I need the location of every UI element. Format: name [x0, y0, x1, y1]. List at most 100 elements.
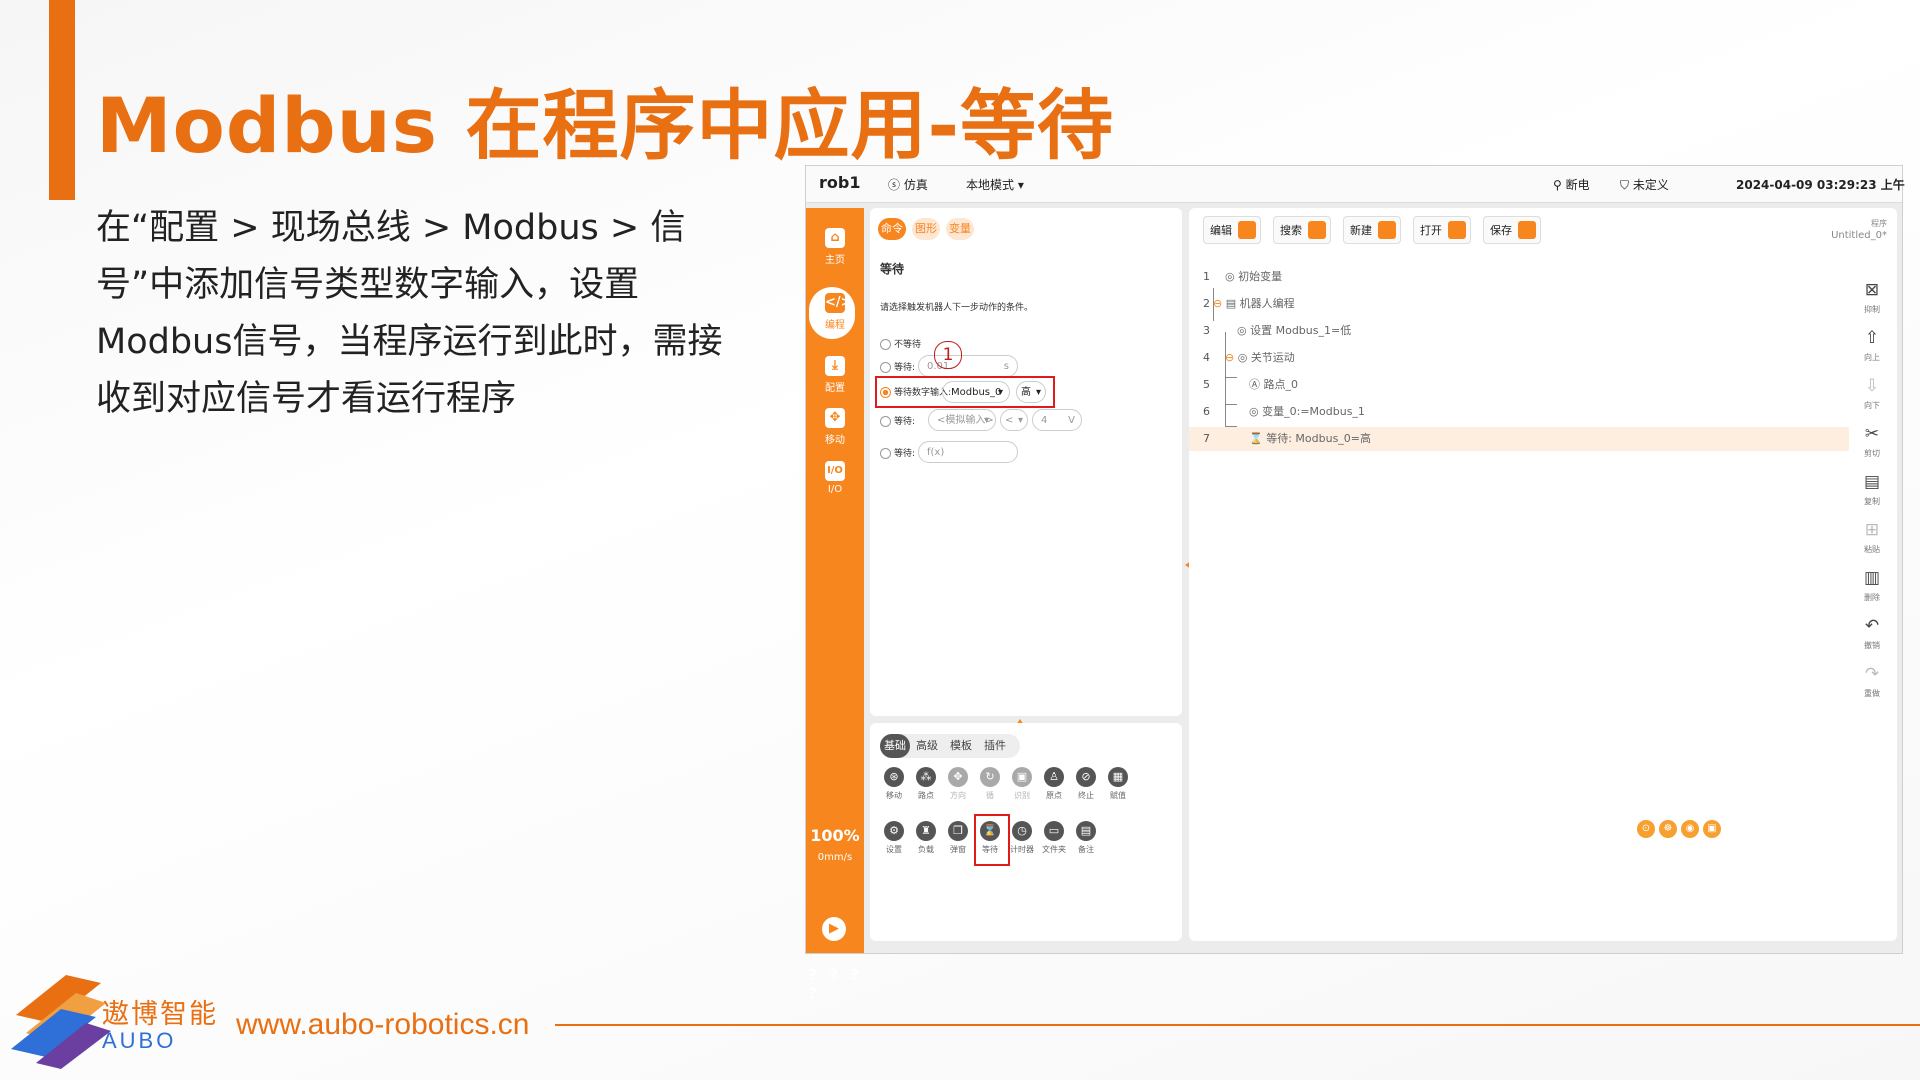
cmd-timer[interactable]: ◷ 计时器 [1008, 821, 1036, 855]
cmd-comment[interactable]: ▤ 备注 [1072, 821, 1100, 855]
cmd-direction[interactable]: ✥ 方向 [944, 767, 972, 801]
cmd-label: 移动 [886, 791, 902, 800]
paste-button[interactable]: ⊞ 粘贴 [1857, 520, 1887, 555]
cmd-waypoint[interactable]: ⁂ 路点 [912, 767, 940, 801]
sidebar-item-program[interactable]: </> 编程 [806, 287, 864, 339]
mode-label: 本地模式 [966, 178, 1015, 192]
radio-wait-expression[interactable] [880, 448, 891, 459]
digital-level-select[interactable]: 高 ▾ [1016, 381, 1046, 403]
cmd-stop[interactable]: ⊘ 终止 [1072, 767, 1100, 801]
record-icon[interactable]: ⊙ [1637, 820, 1655, 838]
timer-icon: ◷ [1012, 821, 1032, 841]
analog-op-select[interactable]: < ▾ [1000, 409, 1028, 431]
sim-toggle[interactable]: ⓢ 仿真 [888, 176, 928, 193]
radio-wait-analog[interactable] [880, 416, 891, 427]
palette-tabs: 基础 高级 模板 插件 [880, 734, 1020, 758]
delete-button[interactable]: ▥ 删除 [1857, 568, 1887, 603]
tree-row[interactable]: 5 Ⓐ 路点_0 [1189, 373, 1849, 397]
power-status[interactable]: ⚲ 断电 [1553, 176, 1590, 193]
cmd-label: 识别 [1014, 791, 1030, 800]
cmd-folder[interactable]: ▭ 文件夹 [1040, 821, 1068, 855]
io-icon: I/O [825, 461, 845, 481]
chevron-down-icon: ▾ [983, 415, 989, 426]
panel-heading: 等待 [880, 262, 905, 276]
cmd-loop[interactable]: ↻ 循 [976, 767, 1004, 801]
cut-button[interactable]: ✂ 剪切 [1857, 424, 1887, 459]
tool-label: 剪切 [1864, 449, 1880, 458]
line-number: 7 [1203, 432, 1210, 445]
palette-tab-template[interactable]: 模板 [946, 734, 976, 758]
cmd-payload[interactable]: ♜ 负载 [912, 821, 940, 855]
save-icon [1518, 221, 1536, 239]
open-button[interactable]: 打开 [1413, 216, 1471, 244]
play-icon[interactable]: ▶ [822, 917, 846, 941]
cmd-label: 原点 [1046, 791, 1062, 800]
safety-status[interactable]: ⛉ 未定义 [1620, 176, 1669, 193]
top-status-bar: rob1 ⓢ 仿真 本地模式 ▾ ⚲ 断电 ⛉ 未定义 2024-04-09 0… [806, 166, 1905, 203]
datetime: 2024-04-09 03:29:23 上午 [1736, 178, 1905, 192]
power-icon: ⚲ [1553, 178, 1566, 192]
undo-button[interactable]: ↶ 撤销 [1857, 616, 1887, 651]
cmd-move[interactable]: ⊛ 移动 [880, 767, 908, 801]
line-number: 1 [1203, 270, 1210, 283]
analog-value: 4 [1041, 415, 1048, 426]
cmd-popup[interactable]: ❐ 弹窗 [944, 821, 972, 855]
sidebar-item-io[interactable]: I/O I/O [806, 461, 864, 495]
line-number: 4 [1203, 351, 1210, 364]
search-button[interactable]: 搜索 [1273, 216, 1331, 244]
radio-wait-digital[interactable] [880, 387, 891, 398]
redo-button[interactable]: ↷ 重做 [1857, 664, 1887, 699]
sidebar-item-move[interactable]: ✥ 移动 [806, 408, 864, 446]
tab-graphic[interactable]: 图形 [912, 218, 940, 240]
cmd-label: 计时器 [1010, 845, 1034, 854]
edit-button[interactable]: 编辑 [1203, 216, 1261, 244]
palette-tab-advanced[interactable]: 高级 [912, 734, 942, 758]
radio-no-wait[interactable] [880, 339, 891, 350]
arrow-up-icon: ⇧ [1864, 328, 1880, 348]
tree-row[interactable]: 2 ⊖ ▤ 机器人编程 [1189, 292, 1849, 316]
tree-row[interactable]: 3 ◎ 设置 Modbus_1=低 [1189, 319, 1849, 343]
redo-icon: ↷ [1864, 664, 1880, 684]
cmd-set[interactable]: ⚙ 设置 [880, 821, 908, 855]
debug-icon[interactable]: ☸ [1659, 820, 1677, 838]
palette-tab-basic[interactable]: 基础 [880, 734, 910, 758]
sidebar-item-config[interactable]: ⤓ 配置 [806, 356, 864, 394]
new-button[interactable]: 新建 [1343, 216, 1401, 244]
copy-button[interactable]: ▤ 复制 [1857, 472, 1887, 507]
target-icon[interactable]: ◉ [1681, 820, 1699, 838]
expression-input[interactable]: f(x) [918, 441, 1018, 463]
cmd-assign[interactable]: ▦ 赋值 [1104, 767, 1132, 801]
move-down-button[interactable]: ⇩ 向下 [1857, 376, 1887, 411]
scissors-icon: ✂ [1864, 424, 1880, 444]
command-palette: 基础 高级 模板 插件 ⊛ 移动 ⁂ 路点 ✥ 方向 ↻ 循 ▣ 识别 ♙ 原点 ⊘ 终止 ▦… [870, 723, 1182, 941]
cmd-label: 设置 [886, 845, 902, 854]
analog-value-input[interactable]: 4 V [1032, 409, 1082, 431]
tool-label: 复制 [1864, 497, 1880, 506]
mode-select[interactable]: 本地模式 ▾ [966, 176, 1024, 193]
program-panel: 编辑 搜索 新建 打开 保存 程序 Untitled_0* 1 ◎ 初始变量 2 ⊖… [1189, 208, 1897, 941]
digital-signal-select[interactable]: Modbus_0 ▾ [942, 381, 1010, 403]
export-icon[interactable]: ▣ [1703, 820, 1721, 838]
cmd-label: 负载 [918, 845, 934, 854]
wait-time-input[interactable]: 0.01 s [918, 355, 1018, 377]
stop-icon: ⊘ [1076, 767, 1096, 787]
tree-row[interactable]: 4 ⊖ ◎ 关节运动 [1189, 346, 1849, 370]
tree-row-selected[interactable]: 7 ⌛ 等待: Modbus_0=高 [1189, 427, 1849, 451]
website-link[interactable]: www.aubo-robotics.cn [236, 1008, 529, 1042]
analog-signal-select[interactable]: <模拟输入> ▾ [928, 409, 996, 431]
tree-row[interactable]: 1 ◎ 初始变量 [1189, 265, 1849, 289]
palette-tab-plugin[interactable]: 插件 [980, 734, 1010, 758]
help-marks[interactable]: ? ? ? ? [808, 965, 864, 1003]
save-button[interactable]: 保存 [1483, 216, 1541, 244]
cmd-recognize[interactable]: ▣ 识别 [1008, 767, 1036, 801]
tab-command[interactable]: 命令 [878, 218, 906, 240]
tab-variable[interactable]: 变量 [946, 218, 974, 240]
radio-wait-time[interactable] [880, 362, 891, 373]
tree-row[interactable]: 6 ◎ 变量_0:=Modbus_1 [1189, 400, 1849, 424]
suppress-button[interactable]: ⊠ 抑制 [1857, 280, 1887, 315]
cmd-origin[interactable]: ♙ 原点 [1040, 767, 1068, 801]
move-up-button[interactable]: ⇧ 向上 [1857, 328, 1887, 363]
tool-label: 抑制 [1864, 305, 1880, 314]
folder-icon: ▭ [1044, 821, 1064, 841]
sidebar-item-home[interactable]: ⌂ 主页 [806, 228, 864, 266]
